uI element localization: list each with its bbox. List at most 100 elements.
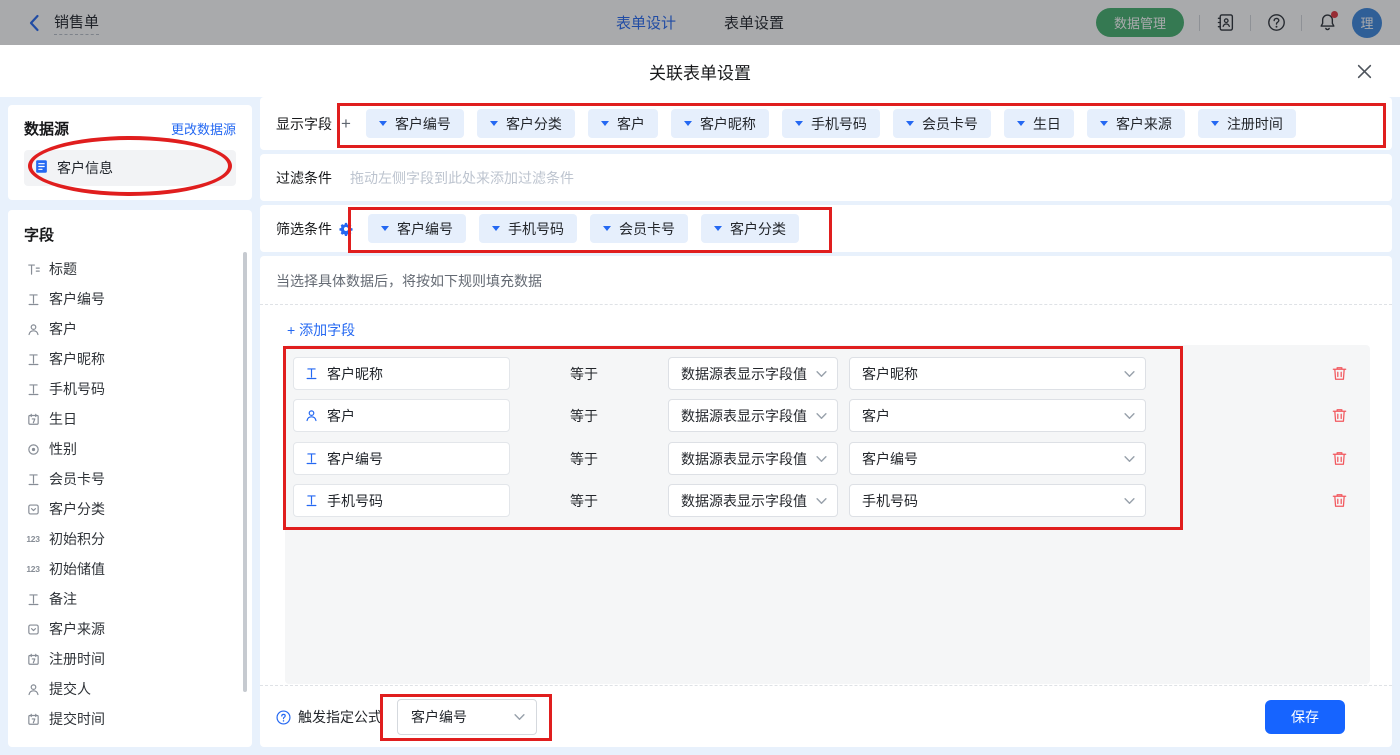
text-icon bbox=[304, 452, 318, 465]
field-list-item[interactable]: 生日 bbox=[24, 404, 246, 434]
field-list-item[interactable]: 提交人 bbox=[24, 674, 246, 704]
field-list-item[interactable]: 客户昵称 bbox=[24, 344, 246, 374]
rule-target-field[interactable]: 客户昵称 bbox=[293, 357, 510, 390]
dropdown-triangle-icon bbox=[1100, 121, 1108, 126]
rule-value-select[interactable]: 客户编号 bbox=[849, 442, 1146, 475]
dropdown-triangle-icon bbox=[795, 121, 803, 126]
modal-header: 关联表单设置 bbox=[0, 45, 1400, 97]
field-label: 标题 bbox=[49, 259, 77, 279]
datasource-panel: 数据源 更改数据源 客户信息 bbox=[8, 105, 252, 200]
delete-rule-icon[interactable] bbox=[1331, 365, 1349, 383]
display-field-tag[interactable]: 客户编号 bbox=[366, 109, 464, 138]
tag-label: 注册时间 bbox=[1227, 114, 1283, 134]
gear-icon[interactable] bbox=[339, 222, 353, 236]
field-list-item[interactable]: 标题 bbox=[24, 254, 246, 284]
rule-value-select[interactable]: 客户昵称 bbox=[849, 357, 1146, 390]
field-list-item[interactable]: 客户来源 bbox=[24, 614, 246, 644]
display-field-tag[interactable]: 会员卡号 bbox=[893, 109, 991, 138]
field-label: 性别 bbox=[49, 439, 77, 459]
field-list-item[interactable]: 注册时间 bbox=[24, 644, 246, 674]
field-list-item[interactable]: 客户 bbox=[24, 314, 246, 344]
field-list-item[interactable]: 123 初始积分 bbox=[24, 524, 246, 554]
rule-target-field[interactable]: 手机号码 bbox=[293, 484, 510, 517]
help-icon[interactable] bbox=[1266, 13, 1286, 33]
dropdown-triangle-icon bbox=[1017, 121, 1025, 126]
trigger-formula-value: 客户编号 bbox=[411, 707, 467, 727]
rule-operator: 等于 bbox=[570, 442, 598, 475]
add-field-link[interactable]: + 添加字段 bbox=[287, 320, 355, 340]
field-list-item[interactable]: 性别 bbox=[24, 434, 246, 464]
rule-source-select[interactable]: 数据源表显示字段值 bbox=[668, 357, 838, 390]
field-label: 客户 bbox=[49, 319, 77, 339]
trigger-formula-select[interactable]: 客户编号 bbox=[397, 699, 537, 735]
field-list-item[interactable]: 提交时间 bbox=[24, 704, 246, 734]
tag-label: 会员卡号 bbox=[922, 114, 978, 134]
back-icon[interactable] bbox=[24, 13, 44, 33]
address-book-icon[interactable] bbox=[1215, 13, 1235, 33]
fields-title: 字段 bbox=[24, 224, 246, 245]
datasource-item-label: 客户信息 bbox=[57, 158, 113, 178]
display-field-tag[interactable]: 生日 bbox=[1004, 109, 1074, 138]
tag-label: 客户 bbox=[617, 114, 645, 134]
change-datasource-link[interactable]: 更改数据源 bbox=[171, 119, 236, 138]
filter-drop-zone[interactable]: 拖动左侧字段到此处来添加过滤条件 bbox=[350, 168, 574, 188]
screening-field-tag[interactable]: 手机号码 bbox=[479, 214, 577, 243]
display-field-tag[interactable]: 客户 bbox=[588, 109, 658, 138]
rule-row: 客户昵称 等于 数据源表显示字段值 客户昵称 bbox=[285, 357, 1370, 390]
rules-hint: 当选择具体数据后，将按如下规则填充数据 bbox=[260, 256, 1392, 291]
chevron-down-icon bbox=[514, 713, 525, 720]
fields-panel: 字段 标题 客户编号 客户 客 bbox=[8, 210, 252, 747]
tag-label: 客户编号 bbox=[395, 114, 451, 134]
tag-label: 客户昵称 bbox=[700, 114, 756, 134]
field-list-item[interactable]: 123 初始储值 bbox=[24, 554, 246, 584]
filter-label: 过滤条件 bbox=[276, 168, 332, 188]
screening-field-tag[interactable]: 客户分类 bbox=[701, 214, 799, 243]
delete-rule-icon[interactable] bbox=[1331, 450, 1349, 468]
display-field-tag[interactable]: 手机号码 bbox=[782, 109, 880, 138]
help-circle-icon[interactable] bbox=[276, 710, 291, 725]
field-list-item[interactable]: 客户分类 bbox=[24, 494, 246, 524]
screening-label: 筛选条件 bbox=[276, 219, 332, 239]
screening-field-tag[interactable]: 会员卡号 bbox=[590, 214, 688, 243]
display-field-tag[interactable]: 客户来源 bbox=[1087, 109, 1185, 138]
rule-field-label: 客户编号 bbox=[327, 449, 383, 469]
form-doc-icon bbox=[34, 159, 49, 177]
tag-label: 会员卡号 bbox=[619, 219, 675, 239]
fields-scrollbar[interactable] bbox=[243, 252, 247, 692]
rule-operator: 等于 bbox=[570, 357, 598, 390]
rule-value-select[interactable]: 手机号码 bbox=[849, 484, 1146, 517]
tab-form-design[interactable]: 表单设计 bbox=[616, 12, 676, 33]
display-field-tags: 客户编号 客户分类 客户 客户昵称 bbox=[366, 109, 1296, 138]
tab-form-settings[interactable]: 表单设置 bbox=[724, 12, 784, 33]
notification-bell-icon[interactable] bbox=[1317, 13, 1337, 33]
rule-value-select[interactable]: 客户 bbox=[849, 399, 1146, 432]
rule-source-select[interactable]: 数据源表显示字段值 bbox=[668, 442, 838, 475]
rule-field-label: 客户昵称 bbox=[327, 364, 383, 384]
avatar[interactable]: 理 bbox=[1352, 8, 1382, 38]
save-button[interactable]: 保存 bbox=[1265, 700, 1345, 734]
field-list-item[interactable]: 手机号码 bbox=[24, 374, 246, 404]
rule-source-select[interactable]: 数据源表显示字段值 bbox=[668, 484, 838, 517]
field-list-item[interactable]: 会员卡号 bbox=[24, 464, 246, 494]
delete-rule-icon[interactable] bbox=[1331, 492, 1349, 510]
rule-row: 客户编号 等于 数据源表显示字段值 客户编号 bbox=[285, 442, 1370, 475]
screening-field-tag[interactable]: 客户编号 bbox=[368, 214, 466, 243]
display-field-tag[interactable]: 客户昵称 bbox=[671, 109, 769, 138]
chevron-down-icon bbox=[816, 370, 827, 377]
dropdown-triangle-icon bbox=[379, 121, 387, 126]
close-icon[interactable] bbox=[1354, 61, 1374, 81]
display-field-tag[interactable]: 客户分类 bbox=[477, 109, 575, 138]
field-list-item[interactable]: 客户编号 bbox=[24, 284, 246, 314]
field-list-item[interactable]: 备注 bbox=[24, 584, 246, 614]
delete-rule-icon[interactable] bbox=[1331, 407, 1349, 425]
dropdown-triangle-icon bbox=[684, 121, 692, 126]
rule-source-select[interactable]: 数据源表显示字段值 bbox=[668, 399, 838, 432]
data-manage-button[interactable]: 数据管理 bbox=[1096, 8, 1184, 37]
datasource-item-customer-info[interactable]: 客户信息 bbox=[24, 150, 236, 186]
rule-target-field[interactable]: 客户编号 bbox=[293, 442, 510, 475]
bottom-bar: 触发指定公式 客户编号 保存 bbox=[260, 686, 1392, 747]
display-field-tag[interactable]: 注册时间 bbox=[1198, 109, 1296, 138]
field-label: 初始储值 bbox=[49, 559, 105, 579]
rule-target-field[interactable]: 客户 bbox=[293, 399, 510, 432]
add-display-field-button[interactable]: + bbox=[341, 115, 351, 132]
